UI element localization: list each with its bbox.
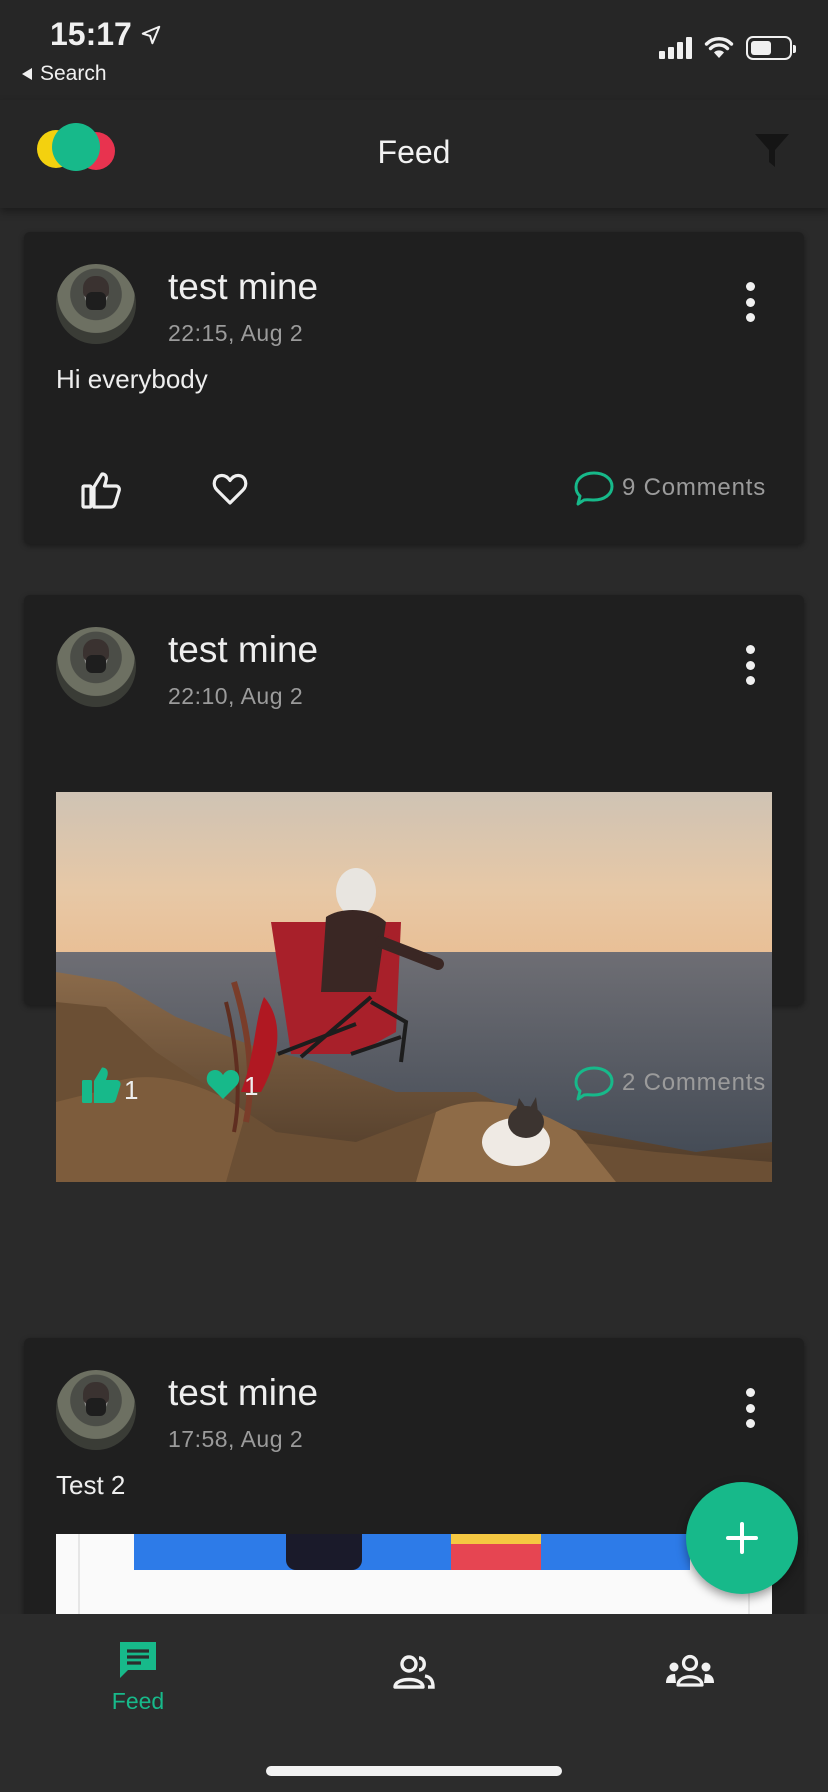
post-time: 17:58, Aug 2 xyxy=(168,1426,304,1452)
sunset-photo xyxy=(56,792,772,1182)
create-post-button[interactable] xyxy=(686,1482,798,1594)
groups-icon xyxy=(666,1654,714,1687)
post-author[interactable]: test mine xyxy=(168,1372,318,1414)
post-actions: 9 Comments xyxy=(24,470,804,520)
post-actions: 1 1 2 Comments xyxy=(24,1065,804,1115)
feed-icon xyxy=(120,1642,156,1678)
nav-item-friends[interactable] xyxy=(374,1654,454,1690)
comments-count: 9 Comments xyxy=(621,474,766,501)
like-icon xyxy=(81,472,121,509)
post-text: Hi everybody xyxy=(56,364,208,394)
status-time-text: 15:17 xyxy=(50,16,132,52)
back-label: Search xyxy=(40,62,107,85)
comments-button[interactable]: 9 Comments xyxy=(574,470,766,506)
post-image[interactable] xyxy=(56,1534,772,1614)
like-count: 1 xyxy=(124,1075,139,1105)
signal-icon xyxy=(659,37,692,59)
status-indicators xyxy=(659,36,796,60)
location-arrow-icon xyxy=(141,25,161,44)
comments-button[interactable]: 2 Comments xyxy=(574,1065,766,1101)
image-banner xyxy=(134,1534,690,1570)
comment-icon xyxy=(574,1066,614,1101)
heart-icon xyxy=(206,1069,240,1099)
battery-icon xyxy=(746,36,796,60)
avatar[interactable] xyxy=(56,264,136,344)
nav-item-groups[interactable] xyxy=(650,1654,730,1688)
home-indicator[interactable] xyxy=(266,1766,562,1776)
back-triangle-icon xyxy=(22,68,32,80)
post-card: test mine 17:58, Aug 2 Test 2 xyxy=(24,1338,804,1614)
nav-item-feed[interactable]: Feed xyxy=(100,1638,176,1715)
heart-button[interactable] xyxy=(212,472,248,506)
friends-icon xyxy=(393,1655,435,1689)
avatar[interactable] xyxy=(56,627,136,707)
post-time: 22:10, Aug 2 xyxy=(168,683,304,709)
heart-count: 1 xyxy=(244,1071,259,1101)
like-icon xyxy=(82,1067,121,1103)
wifi-icon xyxy=(704,37,734,58)
filter-icon[interactable] xyxy=(754,132,790,170)
status-time: 15:17 xyxy=(50,16,162,53)
back-to-search[interactable]: Search xyxy=(20,62,107,86)
feed-list[interactable]: test mine 22:15, Aug 2 Hi everybody 9 Co… xyxy=(0,208,828,1614)
comment-icon xyxy=(574,471,614,506)
heart-button[interactable]: 1 xyxy=(204,1067,258,1101)
image-border xyxy=(78,1534,80,1614)
like-button[interactable] xyxy=(80,470,122,510)
post-card: test mine 22:15, Aug 2 Hi everybody 9 Co… xyxy=(24,232,804,544)
plus-icon xyxy=(726,1522,758,1554)
post-time: 22:15, Aug 2 xyxy=(168,320,304,346)
post-author[interactable]: test mine xyxy=(168,629,318,671)
post-author[interactable]: test mine xyxy=(168,266,318,308)
like-button[interactable]: 1 xyxy=(80,1065,138,1105)
image-shape xyxy=(286,1534,362,1570)
status-bar: 15:17 Search xyxy=(0,0,828,100)
app-header: Feed xyxy=(0,100,828,208)
page-title: Feed xyxy=(377,134,451,170)
nav-label-feed: Feed xyxy=(111,1688,165,1714)
comments-count: 2 Comments xyxy=(621,1069,766,1096)
more-vertical-icon[interactable] xyxy=(744,282,756,322)
avatar[interactable] xyxy=(56,1370,136,1450)
more-vertical-icon[interactable] xyxy=(744,645,756,685)
image-shape xyxy=(451,1534,541,1544)
heart-icon xyxy=(212,473,248,505)
post-image[interactable] xyxy=(56,792,772,1182)
post-text: Test 2 xyxy=(56,1470,126,1500)
more-vertical-icon[interactable] xyxy=(744,1388,756,1428)
